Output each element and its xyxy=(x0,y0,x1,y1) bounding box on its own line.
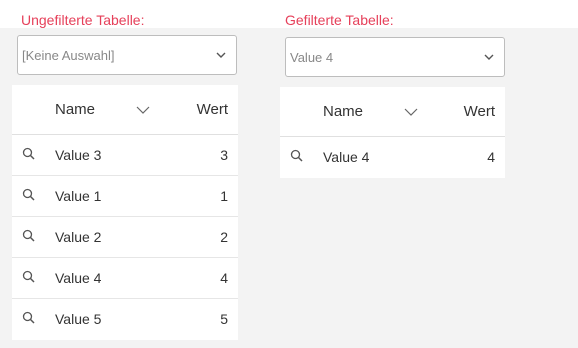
row-name: Value 5 xyxy=(55,311,102,327)
table-row[interactable]: Value 2 2 xyxy=(12,217,238,258)
unfiltered-table: Name Wert Value 3 3 Value 1 1 Value 2 2 Value … xyxy=(12,85,238,340)
row-value: 1 xyxy=(220,188,228,204)
row-name: Value 1 xyxy=(55,188,102,204)
filtered-table: Name Wert Value 4 4 xyxy=(280,87,505,178)
table-row[interactable]: Value 5 5 xyxy=(12,299,238,340)
chevron-down-icon xyxy=(484,54,494,60)
unfiltered-select[interactable]: [Keine Auswahl] xyxy=(17,35,237,75)
magnifier-icon[interactable] xyxy=(290,149,304,163)
row-name: Value 4 xyxy=(55,270,102,286)
column-header-name[interactable]: Name xyxy=(323,103,363,120)
magnifier-icon[interactable] xyxy=(22,311,36,325)
filtered-title: Gefilterte Tabelle: xyxy=(285,12,394,28)
row-value: 3 xyxy=(220,147,228,163)
column-header-value[interactable]: Wert xyxy=(464,103,495,120)
row-value: 2 xyxy=(220,229,228,245)
row-value: 4 xyxy=(487,149,495,165)
column-header-name[interactable]: Name xyxy=(55,101,95,118)
chevron-down-icon[interactable] xyxy=(404,105,418,119)
row-value: 4 xyxy=(220,270,228,286)
chevron-down-icon xyxy=(216,52,226,58)
magnifier-icon[interactable] xyxy=(22,229,36,243)
table-row[interactable]: Value 4 4 xyxy=(12,258,238,299)
unfiltered-select-value: [Keine Auswahl] xyxy=(22,47,115,63)
filtered-select[interactable]: Value 4 xyxy=(285,37,505,77)
table-header: Name Wert xyxy=(12,85,238,135)
table-row[interactable]: Value 1 1 xyxy=(12,176,238,217)
magnifier-icon[interactable] xyxy=(22,188,36,202)
table-row[interactable]: Value 3 3 xyxy=(12,135,238,176)
unfiltered-title: Ungefilterte Tabelle: xyxy=(21,12,145,28)
column-header-value[interactable]: Wert xyxy=(197,101,228,118)
magnifier-icon[interactable] xyxy=(22,147,36,161)
row-value: 5 xyxy=(220,311,228,327)
row-name: Value 2 xyxy=(55,229,102,245)
row-name: Value 4 xyxy=(323,149,370,165)
chevron-down-icon[interactable] xyxy=(136,103,150,117)
table-row[interactable]: Value 4 4 xyxy=(280,137,505,178)
table-header: Name Wert xyxy=(280,87,505,137)
magnifier-icon[interactable] xyxy=(22,270,36,284)
row-name: Value 3 xyxy=(55,147,102,163)
filtered-select-value: Value 4 xyxy=(290,49,334,65)
